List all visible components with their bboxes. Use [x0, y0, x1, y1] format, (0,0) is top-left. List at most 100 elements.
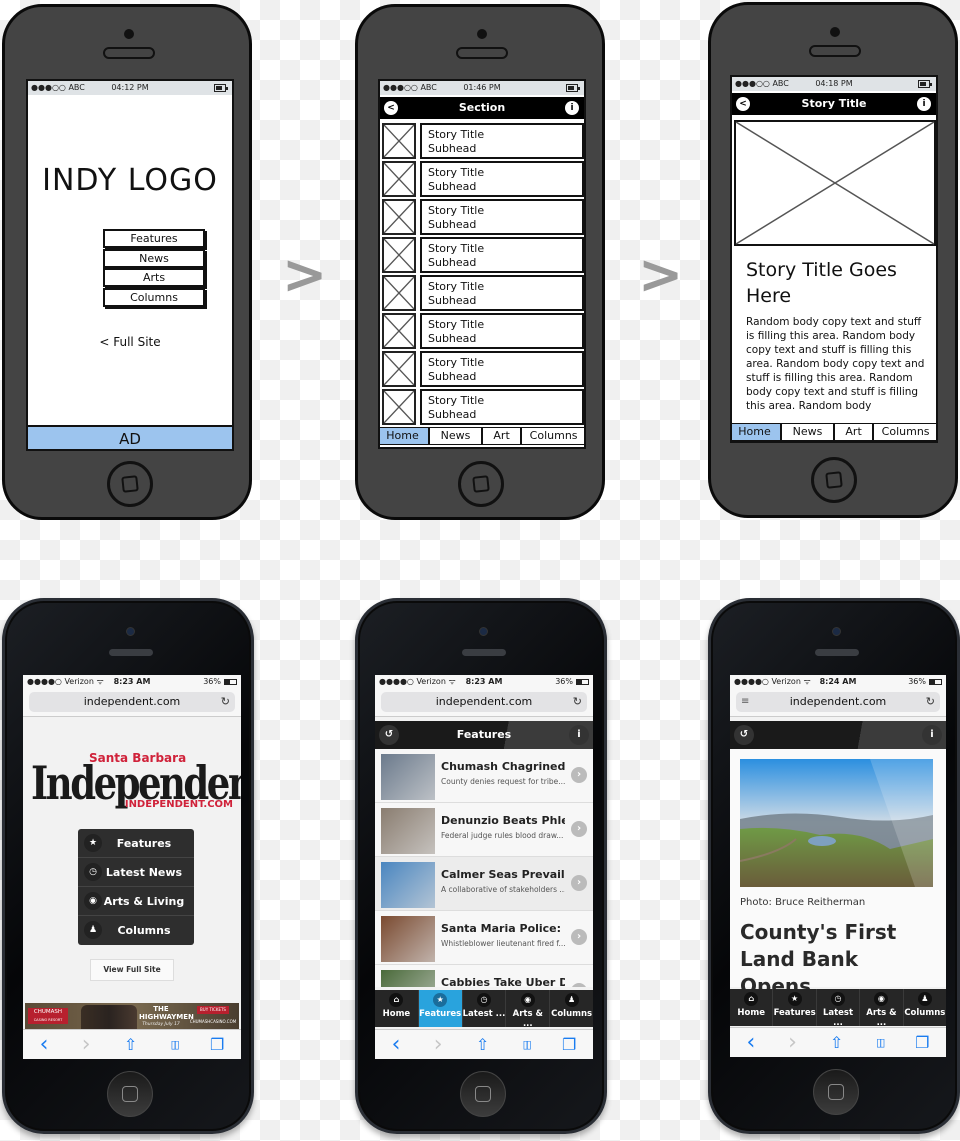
- menu-item-features[interactable]: ★ Features: [78, 829, 194, 858]
- reader-icon[interactable]: ≡: [741, 692, 749, 712]
- story-list-item[interactable]: Chumash Chagrined ... County denies reque…: [375, 749, 593, 803]
- tab-columns[interactable]: ♟ Columns: [904, 989, 946, 1026]
- chevron-right-icon[interactable]: ›: [571, 929, 587, 945]
- reload-icon[interactable]: ↻: [926, 692, 935, 712]
- menu-item-latest-news[interactable]: ◷ Latest News: [78, 858, 194, 887]
- menu-item-columns[interactable]: Columns: [103, 288, 205, 307]
- tab-home[interactable]: Home: [732, 423, 781, 441]
- tab-home[interactable]: ⌂ Home: [730, 989, 774, 1026]
- home-button[interactable]: [107, 461, 153, 507]
- nav-title: Story Title: [801, 97, 867, 110]
- tab-home[interactable]: ⌂ Home: [375, 990, 419, 1027]
- share-icon[interactable]: ⇧: [124, 1035, 137, 1054]
- back-icon[interactable]: ‹: [392, 1032, 401, 1057]
- tab-latest[interactable]: ◷ Latest ...: [463, 990, 507, 1027]
- url-field[interactable]: independent.com ↻: [29, 692, 235, 712]
- home-button[interactable]: [460, 1071, 506, 1117]
- tab-columns[interactable]: Columns: [521, 427, 584, 445]
- browser-toolbar: ‹ › ⇧ ▯▯ ❐: [730, 1027, 946, 1057]
- story-row[interactable]: Story Title Subhead: [382, 351, 584, 387]
- tab-columns[interactable]: ♟ Columns: [550, 990, 593, 1027]
- full-site-link[interactable]: < Full Site: [28, 335, 232, 349]
- home-button[interactable]: [811, 457, 857, 503]
- story-row[interactable]: Story Title Subhead: [382, 389, 584, 425]
- tab-columns[interactable]: Columns: [873, 423, 936, 441]
- back-icon[interactable]: ‹: [40, 1032, 49, 1057]
- info-icon[interactable]: i: [565, 101, 579, 115]
- share-icon[interactable]: ⇧: [830, 1033, 843, 1052]
- menu-item-arts-living[interactable]: ◉ Arts & Living: [78, 887, 194, 916]
- tab-arts[interactable]: ◉ Arts & ...: [506, 990, 551, 1029]
- tabs-icon[interactable]: ❐: [210, 1035, 224, 1054]
- live-screen: ●●●●○ Verizon ᯤ 8:24 AM 36% ≡ independen…: [730, 675, 946, 1057]
- story-row-text: Story Title Subhead: [420, 237, 584, 273]
- reload-icon[interactable]: ↻: [573, 692, 582, 712]
- tab-home[interactable]: Home: [380, 427, 429, 445]
- address-bar: independent.com ↻: [23, 689, 241, 717]
- image-placeholder-icon: [382, 237, 416, 273]
- story-row[interactable]: Story Title Subhead: [382, 123, 584, 159]
- home-button[interactable]: [813, 1069, 859, 1115]
- story-list-item[interactable]: Santa Maria Police: I... Whistleblower li…: [375, 911, 593, 965]
- back-icon[interactable]: ↺: [734, 725, 754, 745]
- chevron-right-icon[interactable]: ›: [571, 983, 587, 987]
- back-icon[interactable]: <: [384, 101, 398, 115]
- story-list-item[interactable]: Cabbies Take Uber D... ›: [375, 965, 593, 987]
- url-field[interactable]: independent.com ↻: [381, 692, 587, 712]
- bookmarks-icon[interactable]: ▯▯: [876, 1036, 885, 1049]
- chevron-right-icon[interactable]: ›: [571, 821, 587, 837]
- info-icon[interactable]: i: [922, 725, 942, 745]
- tab-features[interactable]: ★ Features: [418, 990, 463, 1027]
- chevron-right-icon[interactable]: ›: [571, 767, 587, 783]
- bookmarks-icon[interactable]: ▯▯: [523, 1038, 532, 1051]
- tab-art[interactable]: Art: [481, 427, 522, 445]
- back-icon[interactable]: <: [736, 97, 750, 111]
- menu-item-arts[interactable]: Arts: [103, 268, 205, 287]
- ad-banner[interactable]: AD: [28, 425, 232, 449]
- bookmarks-icon[interactable]: ▯▯: [171, 1038, 180, 1051]
- tabs-icon[interactable]: ❐: [562, 1035, 576, 1054]
- tab-news[interactable]: News: [780, 423, 834, 441]
- back-icon[interactable]: ‹: [746, 1030, 755, 1055]
- menu-item-columns[interactable]: ♟ Columns: [78, 916, 194, 945]
- menu-item-features[interactable]: Features: [103, 229, 205, 248]
- forward-icon[interactable]: ›: [434, 1032, 443, 1057]
- battery-percent: 36%: [908, 677, 926, 686]
- story-subtitle: County denies request for tribe...: [441, 777, 565, 786]
- user-icon: ♟: [84, 921, 102, 939]
- story-body: Random body copy text and stuff is filli…: [746, 316, 925, 412]
- tab-latest[interactable]: ◷ Latest ...: [817, 989, 861, 1028]
- tab-art[interactable]: Art: [833, 423, 874, 441]
- view-full-site-button[interactable]: View Full Site: [90, 959, 174, 981]
- story-row[interactable]: Story Title Subhead: [382, 237, 584, 273]
- ad-chumash-logo: CHUMASH CASINO RESORT: [28, 1008, 68, 1024]
- tab-arts[interactable]: ◉ Arts & ...: [860, 989, 904, 1028]
- url-text: independent.com: [83, 695, 181, 708]
- tab-label: Arts & ...: [512, 1009, 543, 1029]
- camera-icon: [477, 29, 487, 39]
- info-icon[interactable]: i: [917, 97, 931, 111]
- url-field[interactable]: ≡ independent.com ↻: [736, 692, 940, 712]
- chevron-right-icon[interactable]: ›: [571, 875, 587, 891]
- back-icon[interactable]: ↺: [379, 725, 399, 745]
- menu-item-news[interactable]: News: [103, 249, 205, 268]
- home-button[interactable]: [458, 461, 504, 507]
- tab-label: Arts & ...: [866, 1008, 897, 1028]
- story-row[interactable]: Story Title Subhead: [382, 161, 584, 197]
- ad-banner[interactable]: CHUMASH CASINO RESORT THE HIGHWAYMEN Thur…: [25, 1003, 239, 1029]
- home-button[interactable]: [107, 1071, 153, 1117]
- story-list-item[interactable]: Denunzio Beats Phle... Federal judge rule…: [375, 803, 593, 857]
- tabs-icon[interactable]: ❐: [915, 1033, 929, 1052]
- live-screen: ●●●●○ Verizon ᯤ 8:23 AM 36% independent.…: [375, 675, 593, 1059]
- tab-news[interactable]: News: [428, 427, 482, 445]
- story-row[interactable]: Story Title Subhead: [382, 199, 584, 235]
- tab-features[interactable]: ★ Features: [773, 989, 817, 1026]
- reload-icon[interactable]: ↻: [221, 692, 230, 712]
- forward-icon[interactable]: ›: [788, 1030, 797, 1055]
- story-list-item[interactable]: Calmer Seas Prevail i... A collaborative …: [375, 857, 593, 911]
- info-icon[interactable]: i: [569, 725, 589, 745]
- share-icon[interactable]: ⇧: [476, 1035, 489, 1054]
- story-row[interactable]: Story Title Subhead: [382, 275, 584, 311]
- story-row[interactable]: Story Title Subhead: [382, 313, 584, 349]
- forward-icon[interactable]: ›: [82, 1032, 91, 1057]
